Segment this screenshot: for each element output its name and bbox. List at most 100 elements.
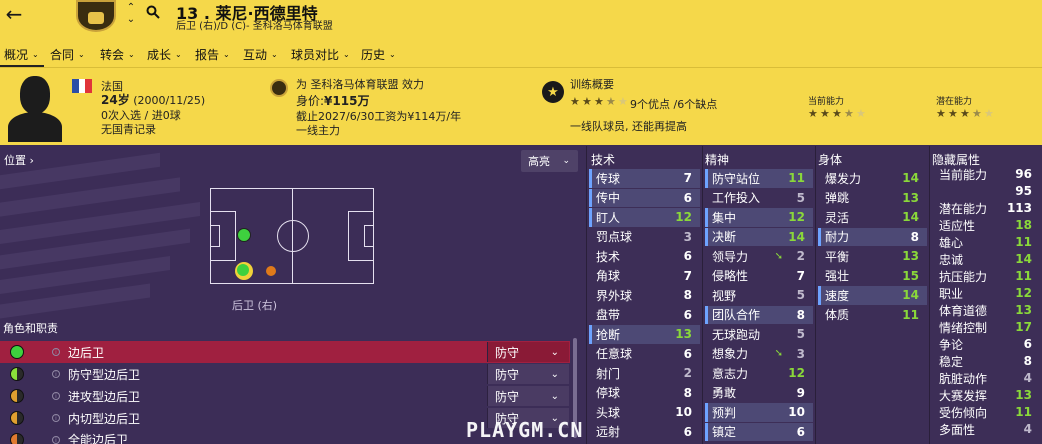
attribute-row[interactable]: 想象力 ➘ 3 <box>705 345 813 364</box>
tab-transfer[interactable]: 转会 ⌄ <box>100 44 135 64</box>
summary-stars: ★ ★ ★ ★ ★ <box>570 96 630 108</box>
attribute-row[interactable]: 争论 6 <box>932 336 1040 352</box>
back-arrow-icon[interactable]: ← <box>4 2 24 26</box>
position-dot-dr[interactable] <box>235 262 253 280</box>
attribute-row[interactable]: 决断 14 <box>705 227 813 246</box>
attribute-name: 意志力 <box>712 366 749 381</box>
attribute-name: 争论 <box>939 337 964 352</box>
attribute-row[interactable]: 情绪控制 17 <box>932 319 1040 335</box>
attribute-row[interactable]: 潜在能力 113 <box>932 200 1040 216</box>
attribute-name: 想象力 <box>712 347 749 362</box>
chevron-up-icon[interactable]: ⌃ <box>124 2 138 13</box>
attribute-row[interactable]: 体质 11 <box>818 306 927 325</box>
dropdown-label: 高亮 <box>528 155 550 168</box>
attribute-row[interactable]: 罚点球 3 <box>589 228 700 247</box>
duty-label: 防守 <box>495 345 520 360</box>
attribute-row[interactable]: 强壮 15 <box>818 267 927 286</box>
position-dot-wbr[interactable] <box>266 266 276 276</box>
highlight-bar <box>705 169 708 188</box>
attribute-row[interactable]: 当前能力 96 <box>932 166 1040 182</box>
tab-development[interactable]: 成长 ⌄ <box>147 44 182 64</box>
info-icon[interactable]: i <box>52 436 60 444</box>
info-icon[interactable]: i <box>52 392 60 400</box>
tab-interaction[interactable]: 互动 ⌄ <box>243 44 278 64</box>
attribute-value: 11 <box>1015 269 1032 283</box>
search-icon[interactable] <box>145 4 161 20</box>
attribute-row[interactable]: 防守站位 11 <box>705 169 813 188</box>
duty-dropdown[interactable]: 防守 ⌄ <box>487 342 569 362</box>
attribute-row[interactable]: 头球 10 <box>589 403 700 422</box>
attribute-row[interactable]: 停球 8 <box>589 384 700 403</box>
attribute-row[interactable]: 多面性 4 <box>932 421 1040 437</box>
attribute-row[interactable]: 界外球 8 <box>589 286 700 305</box>
attribute-row[interactable]: 抗压能力 11 <box>932 268 1040 284</box>
tab-contract[interactable]: 合同 ⌄ <box>50 44 85 64</box>
duty-dropdown[interactable]: 防守 ⌄ <box>487 364 569 384</box>
tab-compare[interactable]: 球员对比 ⌄ <box>291 44 350 64</box>
attribute-row[interactable]: 忠诚 14 <box>932 251 1040 267</box>
chevron-down-icon: ⌄ <box>550 346 559 358</box>
attribute-row[interactable]: 工作投入 5 <box>705 189 813 208</box>
attribute-row[interactable]: 雄心 11 <box>932 234 1040 250</box>
attribute-row[interactable]: 团队合作 8 <box>705 305 813 324</box>
attribute-row[interactable]: 适应性 18 <box>932 217 1040 233</box>
attribute-row[interactable]: 体育道德 13 <box>932 302 1040 318</box>
attribute-row[interactable]: 视野 5 <box>705 286 813 305</box>
attribute-row[interactable]: 盘带 6 <box>589 306 700 325</box>
attribute-row[interactable]: 灵活 14 <box>818 208 927 227</box>
attribute-row[interactable]: 速度 14 <box>818 286 927 305</box>
training-title: 训练概要 <box>570 78 614 91</box>
chevron-down-icon[interactable]: ⌄ <box>124 14 138 25</box>
attribute-row[interactable]: 爆发力 14 <box>818 169 927 188</box>
star-icon: ★ <box>820 107 830 120</box>
attribute-row[interactable]: 预判 10 <box>705 403 813 422</box>
info-icon[interactable]: i <box>52 348 60 356</box>
info-icon[interactable]: i <box>52 370 60 378</box>
attribute-row[interactable]: 抢断 13 <box>589 325 700 344</box>
attribute-row[interactable]: 集中 12 <box>705 208 813 227</box>
attribute-row[interactable]: 射门 2 <box>589 364 700 383</box>
role-row[interactable]: i 防守型边后卫 防守 ⌄ <box>0 363 570 385</box>
position-label[interactable]: 位置 › <box>4 152 34 168</box>
tab-overview[interactable]: 概况 ⌄ <box>4 44 39 64</box>
attribute-row[interactable]: 侵略性 7 <box>705 267 813 286</box>
attribute-row[interactable]: 职业 12 <box>932 285 1040 301</box>
role-row[interactable]: i 边后卫 防守 ⌄ <box>0 341 570 363</box>
attribute-row[interactable]: 平衡 13 <box>818 247 927 266</box>
attribute-row[interactable]: 弹跳 13 <box>818 189 927 208</box>
attribute-row[interactable]: 传中 6 <box>589 188 700 207</box>
attribute-name: 盯人 <box>596 210 621 225</box>
attribute-value: 13 <box>1015 388 1032 402</box>
attribute-row[interactable]: 肮脏动作 4 <box>932 370 1040 386</box>
attribute-row[interactable]: 技术 6 <box>589 247 700 266</box>
attribute-name: 情绪控制 <box>939 320 988 335</box>
tab-history[interactable]: 历史 ⌄ <box>361 44 396 64</box>
attribute-row[interactable]: 领导力 ➘ 2 <box>705 247 813 266</box>
attribute-row[interactable]: 耐力 8 <box>818 227 927 246</box>
attribute-row[interactable]: 意志力 12 <box>705 364 813 383</box>
attribute-row[interactable]: 盯人 12 <box>589 208 700 227</box>
attribute-row[interactable]: 角球 7 <box>589 267 700 286</box>
info-icon[interactable]: i <box>52 414 60 422</box>
attribute-name: 体质 <box>825 308 850 323</box>
duty-dropdown[interactable]: 防守 ⌄ <box>487 386 569 406</box>
attribute-row[interactable]: 远射 6 <box>589 423 700 442</box>
tab-label: 互动 <box>243 47 268 62</box>
role-row[interactable]: i 进攻型边后卫 防守 ⌄ <box>0 385 570 407</box>
attribute-row[interactable]: 镇定 6 <box>705 422 813 441</box>
attribute-row[interactable]: 无球跑动 5 <box>705 325 813 344</box>
attribute-name: 爆发力 <box>825 171 862 186</box>
attribute-row[interactable]: 大赛发挥 13 <box>932 387 1040 403</box>
attribute-row[interactable]: 传球 7 <box>589 169 700 188</box>
attribute-value: 6 <box>683 190 692 205</box>
position-dot-dc[interactable] <box>237 228 251 242</box>
tab-reports[interactable]: 报告 ⌄ <box>195 44 230 64</box>
attribute-row[interactable]: 受伤倾向 11 <box>932 404 1040 420</box>
attribute-row[interactable]: 勇敢 9 <box>705 384 813 403</box>
attribute-name: 受伤倾向 <box>939 405 988 420</box>
attribute-row[interactable]: 稳定 8 <box>932 353 1040 369</box>
attribute-row[interactable]: 95 <box>932 183 1040 199</box>
attribute-row[interactable]: 任意球 6 <box>589 345 700 364</box>
highlight-bar <box>705 227 708 246</box>
highlight-dropdown[interactable]: 高亮 ⌄ <box>521 150 578 172</box>
